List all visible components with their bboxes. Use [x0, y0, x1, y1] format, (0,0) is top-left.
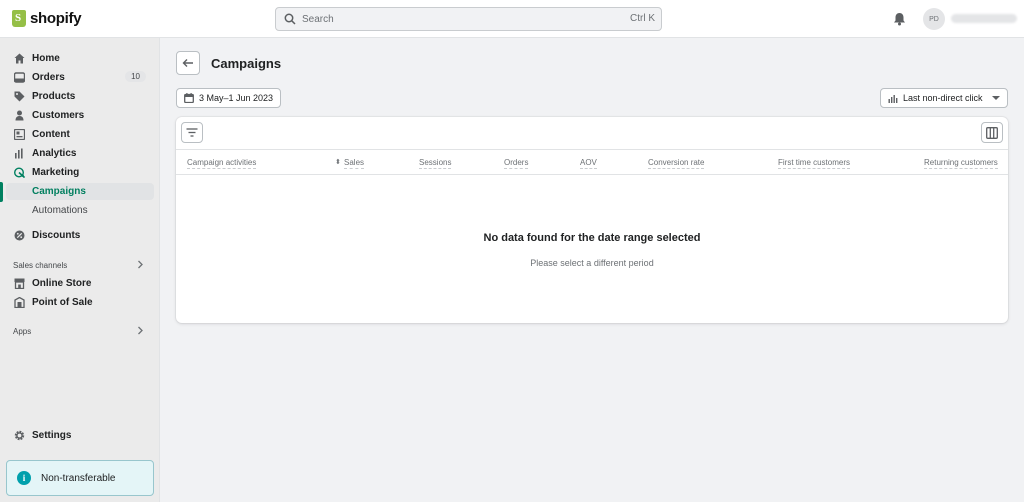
sidebar-item-label: Content: [32, 129, 70, 140]
column-header-first-time-customers[interactable]: First time customers: [778, 158, 851, 169]
empty-state-subtitle: Please select a different period: [530, 258, 654, 268]
empty-state-title: No data found for the date range selecte…: [483, 232, 701, 244]
campaigns-table-card: Campaign activities ⬍ Sales Sessions Ord…: [176, 117, 1008, 323]
tag-icon: [14, 91, 25, 102]
sidebar-item-point-of-sale[interactable]: Point of Sale: [6, 294, 154, 311]
non-transferable-notice[interactable]: i Non-transferable: [6, 460, 154, 496]
filter-button[interactable]: [181, 122, 203, 143]
chevron-right-icon[interactable]: [137, 260, 144, 269]
orders-icon: [14, 72, 25, 83]
chevron-right-icon[interactable]: [137, 326, 144, 335]
gear-icon: [14, 430, 25, 441]
home-icon: [14, 53, 25, 64]
store-name-redacted[interactable]: [951, 14, 1017, 23]
caret-down-icon: [992, 96, 1000, 100]
sidebar-item-label: Home: [32, 53, 60, 64]
date-range-picker[interactable]: 3 May–1 Jun 2023: [176, 88, 281, 108]
pos-icon: [14, 297, 25, 308]
sidebar-item-discounts[interactable]: Discounts: [6, 227, 154, 244]
orders-count-badge: 10: [125, 71, 146, 82]
sales-channels-heading[interactable]: Sales channels: [13, 261, 67, 270]
column-header-sessions[interactable]: Sessions: [419, 158, 452, 169]
apps-heading[interactable]: Apps: [13, 327, 31, 336]
filter-icon: [186, 128, 198, 137]
sidebar-item-settings[interactable]: Settings: [6, 427, 154, 444]
sidebar-item-label: Settings: [32, 430, 72, 441]
sidebar-item-label: Online Store: [32, 278, 92, 289]
sidebar-item-label: Campaigns: [32, 186, 86, 197]
sidebar-item-home[interactable]: Home: [6, 50, 154, 67]
bell-icon[interactable]: [893, 12, 906, 26]
discount-icon: [14, 230, 25, 241]
sidebar-item-label: Analytics: [32, 148, 77, 159]
column-header-returning-customers[interactable]: Returning customers: [924, 158, 998, 169]
attribution-model-label: Last non-direct click: [903, 93, 983, 103]
search-bar[interactable]: Ctrl K: [275, 7, 662, 31]
bar-chart-icon: [15, 148, 23, 159]
search-shortcut: Ctrl K: [630, 13, 655, 24]
sidebar: Home Orders 10 Products Customers Conten…: [0, 38, 160, 502]
store-icon: [14, 278, 25, 289]
sidebar-item-label: Discounts: [32, 230, 81, 241]
sidebar-item-label: Automations: [32, 205, 88, 216]
column-header-sales[interactable]: Sales: [344, 158, 365, 169]
sidebar-item-online-store[interactable]: Online Store: [6, 275, 154, 292]
column-header-orders[interactable]: Orders: [504, 158, 529, 169]
columns-button[interactable]: [981, 122, 1003, 143]
calendar-icon: [184, 93, 194, 103]
avatar[interactable]: PD: [923, 8, 945, 30]
person-icon: [15, 110, 24, 121]
column-header-conversion-rate[interactable]: Conversion rate: [648, 158, 705, 169]
column-header-campaign-activities[interactable]: Campaign activities: [187, 158, 257, 169]
table-header: Campaign activities ⬍ Sales Sessions Ord…: [176, 149, 1008, 175]
page-title: Campaigns: [211, 56, 282, 71]
sidebar-item-label: Orders: [32, 72, 65, 83]
sidebar-item-label: Customers: [32, 110, 85, 121]
brand-name: shopify: [30, 10, 82, 27]
search-input[interactable]: [302, 13, 602, 25]
sidebar-item-customers[interactable]: Customers: [6, 107, 154, 124]
columns-icon: [986, 126, 998, 139]
shopify-bag-icon: [12, 10, 26, 27]
sidebar-item-analytics[interactable]: Analytics: [6, 145, 154, 162]
active-indicator: [0, 182, 3, 202]
sidebar-item-label: Marketing: [32, 167, 80, 178]
sort-icon[interactable]: ⬍: [335, 158, 341, 166]
sidebar-item-label: Products: [32, 91, 76, 102]
sidebar-item-orders[interactable]: Orders 10: [6, 69, 154, 86]
column-header-aov[interactable]: AOV: [580, 158, 597, 169]
search-icon: [284, 13, 296, 25]
back-button[interactable]: [176, 51, 200, 75]
arrow-left-icon: [182, 59, 193, 67]
sidebar-item-products[interactable]: Products: [6, 88, 154, 105]
bar-chart-icon: [888, 94, 898, 103]
marketing-icon: [14, 167, 25, 178]
sidebar-item-campaigns[interactable]: Campaigns: [6, 183, 154, 200]
date-range-label: 3 May–1 Jun 2023: [199, 93, 274, 103]
content-icon: [14, 129, 25, 140]
notice-label: Non-transferable: [41, 473, 116, 484]
sidebar-item-label: Point of Sale: [32, 297, 93, 308]
sidebar-item-content[interactable]: Content: [6, 126, 154, 143]
shopify-logo[interactable]: shopify: [12, 10, 82, 27]
top-bar: shopify Ctrl K PD: [0, 0, 1024, 38]
sidebar-item-automations[interactable]: Automations: [6, 202, 154, 219]
attribution-model-select[interactable]: Last non-direct click: [880, 88, 1008, 108]
sidebar-item-marketing[interactable]: Marketing: [6, 164, 154, 181]
info-icon: i: [17, 471, 31, 485]
